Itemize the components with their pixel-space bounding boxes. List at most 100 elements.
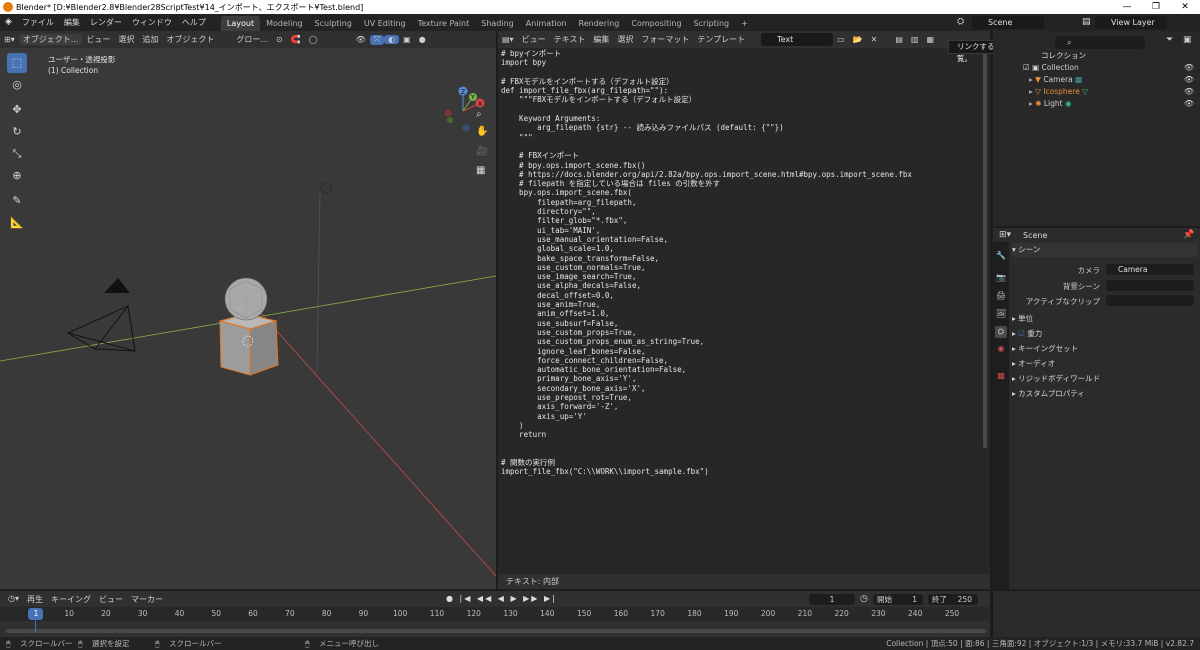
units-panel[interactable]: ▸ 単位 — [1012, 312, 1198, 326]
outliner-item-light[interactable]: ▸ ✺ Light ◉ 👁 — [993, 98, 1200, 110]
snap-icon[interactable]: 🧲 — [287, 35, 305, 44]
playback-controls[interactable]: ● |◀ ◀◀ ◀ ▶ ▶▶ ▶| — [446, 594, 557, 603]
start-frame-field[interactable]: 開始 1 — [873, 594, 923, 605]
gizmo-toggle-icon[interactable]: ⤧ — [369, 34, 385, 45]
outliner-item-camera[interactable]: ▸ ▼ Camera ▩ 👁 — [993, 74, 1200, 86]
scene-tab-icon[interactable]: ⛭ — [995, 326, 1007, 338]
line-numbers-icon[interactable]: ▤ — [891, 35, 907, 44]
icosphere-object[interactable] — [224, 277, 268, 321]
tab-sculpting[interactable]: Sculpting — [309, 16, 358, 31]
text-scrollbar[interactable] — [983, 48, 987, 448]
blender-menu-icon[interactable]: ◈ — [0, 14, 17, 31]
camera-view-icon[interactable]: 🎥 — [476, 146, 488, 157]
tab-compositing[interactable]: Compositing — [625, 16, 687, 31]
outliner-search-input[interactable]: ⌕ — [1055, 36, 1145, 49]
text-editor-type-icon[interactable]: ▤▾ — [498, 35, 518, 44]
ortho-grid-icon[interactable]: ▦ — [476, 165, 485, 176]
active-clip-field[interactable] — [1106, 295, 1194, 306]
open-text-icon[interactable]: 📂 — [849, 35, 867, 44]
outliner-scene-collection[interactable]: コレクション — [993, 50, 1200, 62]
gravity-panel[interactable]: ▸ ☑ 重力 — [1012, 327, 1198, 341]
tab-shading[interactable]: Shading — [475, 16, 520, 31]
view-layer-tab-icon[interactable]: 🖼 — [995, 308, 1007, 320]
tab-texture-paint[interactable]: Texture Paint — [412, 16, 476, 31]
scale-tool-icon[interactable]: ⤡ — [7, 144, 27, 164]
menu-file[interactable]: ファイル — [17, 14, 59, 31]
select-tool-icon[interactable]: ⬚ — [7, 53, 27, 73]
text-editor-body[interactable]: # bpyインポート import bpy # FBXモデルをインポートする（デ… — [498, 48, 990, 574]
rotate-tool-icon[interactable]: ↻ — [7, 122, 27, 142]
current-frame-field[interactable]: 1 — [809, 594, 855, 605]
expand-icon[interactable]: ▸ — [1029, 87, 1033, 96]
zoom-icon[interactable]: ⌕ — [476, 109, 482, 120]
word-wrap-icon[interactable]: ▥ — [907, 35, 923, 44]
playback-menu[interactable]: 再生 — [23, 594, 47, 605]
checkbox-icon[interactable]: ☑ — [1023, 63, 1030, 72]
proportional-edit-icon[interactable]: ◯ — [305, 35, 322, 44]
view-layer-selector[interactable]: View Layer — [1095, 16, 1167, 29]
syntax-icon[interactable]: ▦ — [922, 35, 938, 44]
end-frame-field[interactable]: 終了 250 — [928, 594, 978, 605]
annotate-tool-icon[interactable]: ✎ — [7, 191, 27, 211]
te-text-menu[interactable]: テキスト — [550, 34, 590, 45]
tab-layout[interactable]: Layout — [220, 15, 261, 31]
code-text[interactable]: # bpyインポート import bpy # FBXモデルをインポートする（デ… — [501, 49, 912, 477]
tool-tab-icon[interactable]: 🔧 — [995, 250, 1007, 262]
text-datablock-selector[interactable]: Text — [761, 33, 834, 46]
keying-sets-panel[interactable]: ▸ キーイングセット — [1012, 342, 1198, 356]
tab-modeling[interactable]: Modeling — [260, 16, 308, 31]
pin-icon[interactable]: 📌 — [1183, 230, 1194, 240]
gravity-checkbox[interactable]: ☑ — [1018, 329, 1025, 338]
tl-view-menu[interactable]: ビュー — [95, 594, 127, 605]
add-workspace-button[interactable]: + — [735, 16, 754, 31]
cursor-tool-icon[interactable]: ◎ — [7, 75, 27, 95]
object-mode-dropdown[interactable]: オブジェクト... — [18, 34, 83, 45]
render-tab-icon[interactable]: 📷 — [995, 272, 1007, 284]
keying-menu[interactable]: キーイング — [47, 594, 95, 605]
timeline-scrollbar[interactable] — [6, 629, 986, 633]
tab-animation[interactable]: Animation — [520, 16, 573, 31]
select-menu[interactable]: 選択 — [114, 34, 138, 45]
pivot-icon[interactable]: ⊙ — [272, 35, 287, 44]
transform-orientation-dropdown[interactable]: グロー... — [232, 34, 272, 45]
custom-properties-panel[interactable]: ▸ カスタムプロパティ — [1012, 387, 1198, 401]
pan-hand-icon[interactable]: ✋ — [476, 126, 488, 137]
outliner-item-icosphere[interactable]: ▸ ▽ Icosphere ▽ 👁 — [993, 86, 1200, 98]
audio-panel[interactable]: ▸ オーディオ — [1012, 357, 1198, 371]
scene-selector[interactable]: Scene — [972, 16, 1044, 29]
te-format-menu[interactable]: フォーマット — [637, 34, 693, 45]
new-text-icon[interactable]: ▭ — [833, 35, 849, 44]
transform-tool-icon[interactable]: ⊕ — [7, 166, 27, 186]
close-button[interactable]: ✕ — [1171, 0, 1199, 14]
menu-window[interactable]: ウィンドウ — [127, 14, 177, 31]
tab-scripting[interactable]: Scripting — [688, 16, 736, 31]
move-tool-icon[interactable]: ✥ — [7, 100, 27, 120]
camera-field[interactable]: Camera — [1106, 264, 1194, 275]
expand-icon[interactable]: ▸ — [1029, 75, 1033, 84]
minimize-button[interactable]: — — [1113, 0, 1141, 14]
filter-icon[interactable]: ⏷ — [1166, 35, 1173, 45]
tab-rendering[interactable]: Rendering — [573, 16, 626, 31]
new-collection-icon[interactable]: ▣ — [1183, 35, 1192, 45]
maximize-button[interactable]: ❐ — [1142, 0, 1170, 14]
view-menu[interactable]: ビュー — [82, 34, 114, 45]
expand-icon[interactable]: ▸ — [1029, 99, 1033, 108]
editor-type-icon[interactable]: ⊞▾ — [0, 35, 19, 44]
unlink-text-icon[interactable]: ✕ — [867, 35, 882, 44]
te-view-menu[interactable]: ビュー — [518, 34, 550, 45]
eye-icon[interactable]: 👁 — [1184, 86, 1194, 98]
xray-icon[interactable]: ▣ — [399, 35, 415, 44]
marker-menu[interactable]: マーカー — [127, 594, 167, 605]
overlay-toggle-icon[interactable]: ◐ — [384, 35, 400, 44]
outliner[interactable]: ⌕ ⏷ ▣ コレクション ☑ ▣ Collection 👁 ▸ ▼ Camera… — [993, 31, 1200, 226]
scene-panel-header[interactable]: ▾ シーン — [1012, 243, 1198, 257]
background-scene-field[interactable] — [1106, 280, 1194, 291]
te-templates-menu[interactable]: テンプレート — [693, 34, 749, 45]
measure-tool-icon[interactable]: 📐 — [7, 213, 27, 233]
timeline-editor-icon[interactable]: ◷▾ — [4, 594, 23, 605]
visibility-icon[interactable]: 👁 — [352, 35, 370, 44]
3d-viewport[interactable]: Z X Y ユーザー・透視投影 (1) Collection ⬚ ◎ ✥ ↻ ⤡… — [0, 31, 496, 589]
light-object[interactable] — [320, 182, 332, 194]
texture-tab-icon[interactable]: ▩ — [995, 370, 1007, 382]
properties-editor-type-icon[interactable]: ⊞▾ — [999, 230, 1011, 240]
